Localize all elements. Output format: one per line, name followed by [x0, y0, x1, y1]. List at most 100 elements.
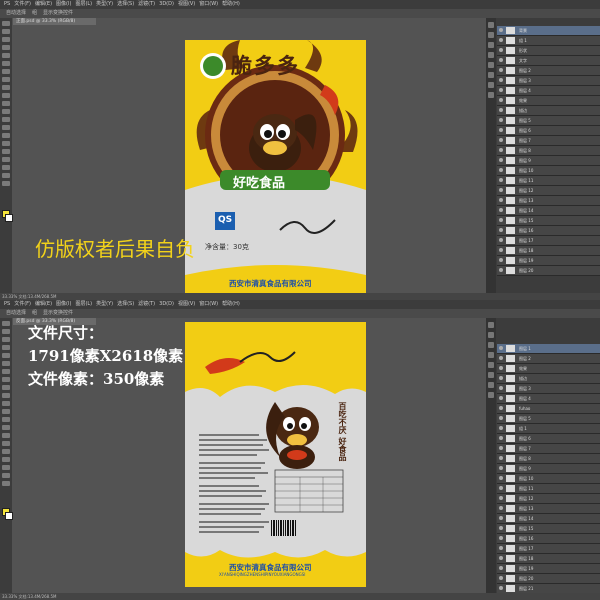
- visibility-eye-icon[interactable]: [499, 486, 503, 490]
- visibility-eye-icon[interactable]: [499, 118, 503, 122]
- option-item[interactable]: 显示变换控件: [43, 10, 73, 16]
- layer-row[interactable]: 图层 12: [497, 494, 600, 504]
- panel-icon[interactable]: [488, 342, 494, 348]
- menu-item[interactable]: PS: [4, 1, 10, 7]
- menu-item[interactable]: 编辑(E): [35, 301, 52, 307]
- tool-icon[interactable]: [2, 117, 10, 122]
- tool-icon[interactable]: [2, 409, 10, 414]
- visibility-eye-icon[interactable]: [499, 228, 503, 232]
- layer-row[interactable]: 图层 6: [497, 126, 600, 136]
- menu-item[interactable]: 图像(I): [56, 1, 71, 7]
- visibility-eye-icon[interactable]: [499, 138, 503, 142]
- visibility-eye-icon[interactable]: [499, 238, 503, 242]
- visibility-eye-icon[interactable]: [499, 436, 503, 440]
- tool-icon[interactable]: [2, 377, 10, 382]
- visibility-eye-icon[interactable]: [499, 188, 503, 192]
- visibility-eye-icon[interactable]: [499, 248, 503, 252]
- visibility-eye-icon[interactable]: [499, 28, 503, 32]
- tool-icon[interactable]: [2, 353, 10, 358]
- background-color-swatch[interactable]: [5, 214, 13, 222]
- visibility-eye-icon[interactable]: [499, 456, 503, 460]
- visibility-eye-icon[interactable]: [499, 366, 503, 370]
- tool-icon[interactable]: [2, 181, 10, 186]
- layer-row[interactable]: 图层 14: [497, 206, 600, 216]
- tool-icon[interactable]: [2, 441, 10, 446]
- visibility-eye-icon[interactable]: [499, 556, 503, 560]
- visibility-eye-icon[interactable]: [499, 98, 503, 102]
- layer-row[interactable]: 图层 15: [497, 216, 600, 226]
- layer-row[interactable]: 图层 10: [497, 166, 600, 176]
- visibility-eye-icon[interactable]: [499, 78, 503, 82]
- layer-row[interactable]: 图层 3: [497, 76, 600, 86]
- visibility-eye-icon[interactable]: [499, 546, 503, 550]
- menu-item[interactable]: 文件(F): [14, 301, 31, 307]
- tool-icon[interactable]: [2, 133, 10, 138]
- panel-icon[interactable]: [488, 32, 494, 38]
- option-item[interactable]: 组: [32, 10, 37, 16]
- layer-row[interactable]: 图层 8: [497, 454, 600, 464]
- visibility-eye-icon[interactable]: [499, 218, 503, 222]
- layer-row[interactable]: 图层 4: [497, 394, 600, 404]
- visibility-eye-icon[interactable]: [499, 346, 503, 350]
- layer-row[interactable]: 图层 4: [497, 86, 600, 96]
- menu-item[interactable]: 滤镜(T): [138, 1, 155, 7]
- tool-icon[interactable]: [2, 369, 10, 374]
- visibility-eye-icon[interactable]: [499, 496, 503, 500]
- tool-icon[interactable]: [2, 329, 10, 334]
- document-tab[interactable]: 正面.psd @ 33.3% (RGB/8): [13, 18, 96, 25]
- menu-item[interactable]: 3D(D): [159, 1, 174, 7]
- tool-icon[interactable]: [2, 37, 10, 42]
- visibility-eye-icon[interactable]: [499, 268, 503, 272]
- tool-icon[interactable]: [2, 45, 10, 50]
- tool-icon[interactable]: [2, 457, 10, 462]
- panel-icon[interactable]: [488, 72, 494, 78]
- tool-icon[interactable]: [2, 29, 10, 34]
- panel-icon[interactable]: [488, 332, 494, 338]
- panel-icon[interactable]: [488, 352, 494, 358]
- tool-icon[interactable]: [2, 53, 10, 58]
- menu-item[interactable]: 图层(L): [75, 301, 92, 307]
- visibility-eye-icon[interactable]: [499, 566, 503, 570]
- menu-item[interactable]: 帮助(H): [222, 1, 240, 7]
- menu-item[interactable]: 窗口(W): [199, 1, 218, 7]
- visibility-eye-icon[interactable]: [499, 466, 503, 470]
- layer-row[interactable]: 背景: [497, 26, 600, 36]
- layer-row[interactable]: 图层 7: [497, 136, 600, 146]
- visibility-eye-icon[interactable]: [499, 476, 503, 480]
- layer-row[interactable]: 图层 5: [497, 414, 600, 424]
- tool-icon[interactable]: [2, 21, 10, 26]
- layer-row[interactable]: 图层 5: [497, 116, 600, 126]
- visibility-eye-icon[interactable]: [499, 526, 503, 530]
- layer-row[interactable]: 图层 13: [497, 504, 600, 514]
- layer-row[interactable]: 图层 17: [497, 236, 600, 246]
- tool-icon[interactable]: [2, 417, 10, 422]
- layer-row[interactable]: 形状: [497, 46, 600, 56]
- menu-item[interactable]: 选择(S): [117, 301, 134, 307]
- option-item[interactable]: 自动选择: [6, 10, 26, 16]
- visibility-eye-icon[interactable]: [499, 198, 503, 202]
- visibility-eye-icon[interactable]: [499, 396, 503, 400]
- visibility-eye-icon[interactable]: [499, 586, 503, 590]
- layer-row[interactable]: 图层 20: [497, 574, 600, 584]
- layer-row[interactable]: 图层 18: [497, 554, 600, 564]
- layer-row[interactable]: 描边: [497, 106, 600, 116]
- tool-icon[interactable]: [2, 61, 10, 66]
- visibility-eye-icon[interactable]: [499, 88, 503, 92]
- menu-item[interactable]: 图像(I): [56, 301, 71, 307]
- layer-row[interactable]: 图层 2: [497, 354, 600, 364]
- tool-icon[interactable]: [2, 385, 10, 390]
- tool-icon[interactable]: [2, 425, 10, 430]
- layer-row[interactable]: 图层 9: [497, 464, 600, 474]
- visibility-eye-icon[interactable]: [499, 258, 503, 262]
- tool-icon[interactable]: [2, 173, 10, 178]
- visibility-eye-icon[interactable]: [499, 58, 503, 62]
- menu-item[interactable]: 类型(Y): [96, 1, 113, 7]
- visibility-eye-icon[interactable]: [499, 356, 503, 360]
- tool-icon[interactable]: [2, 101, 10, 106]
- panel-icon[interactable]: [488, 362, 494, 368]
- tool-icon[interactable]: [2, 361, 10, 366]
- menu-item[interactable]: 视图(V): [178, 301, 195, 307]
- menu-item[interactable]: 窗口(W): [199, 301, 218, 307]
- background-color-swatch[interactable]: [5, 512, 13, 520]
- visibility-eye-icon[interactable]: [499, 68, 503, 72]
